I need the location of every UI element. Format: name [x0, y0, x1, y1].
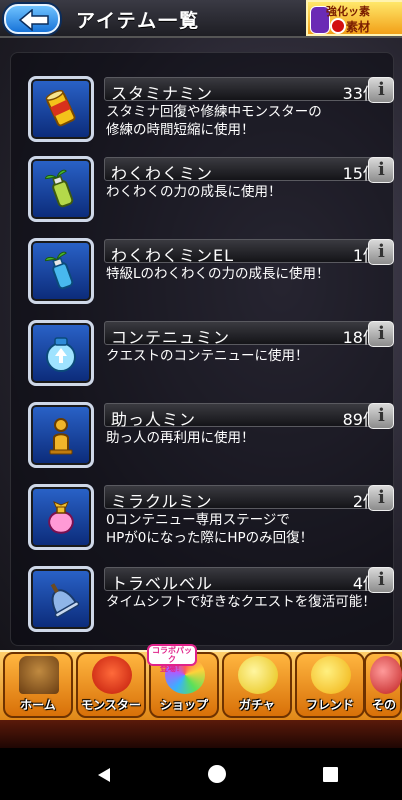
item-icon-frame [28, 320, 94, 386]
item-name-bar: 助っ人ミン 89個 [104, 403, 388, 429]
collab-pack-badge: コラボパック 登場！ [147, 644, 197, 673]
item-description: わくわくの力の成長に使用！ [106, 184, 282, 200]
tab-label: モンスター [81, 698, 141, 712]
item-icon-frame [28, 76, 94, 142]
footer-stripe [0, 720, 402, 748]
item-description: 0コンテニュー専用ステージで HPが0になった際にHPのみ回復！ [106, 512, 314, 546]
item-icon-frame [28, 156, 94, 222]
list-item[interactable]: わくわくミンEL 1個 i 特級Lのわくわくの力の成長に使用！ [28, 238, 400, 306]
list-item[interactable]: スタミナミン 33個 i スタミナ回復や修練中モンスターの 修練の時間短縮に使用… [28, 76, 400, 144]
back-arrow-icon [18, 9, 49, 31]
item-name-bar: スタミナミン 33個 [104, 77, 388, 103]
item-name-bar: わくわくミン 15個 [104, 157, 388, 183]
info-icon: i [378, 159, 385, 180]
item-name-bar: トラベルベル 4個 [104, 567, 388, 593]
info-icon: i [378, 241, 385, 262]
info-icon: i [378, 487, 385, 508]
gacha-egg-icon [238, 656, 278, 694]
page-title: アイテム一覧 [76, 10, 201, 32]
tab-other[interactable]: その [364, 652, 402, 718]
tab-label: その [372, 698, 397, 712]
other-icon [370, 656, 402, 694]
info-button[interactable]: i [368, 77, 394, 103]
banner-line1: 強化ッ素 [326, 5, 370, 18]
tab-monster[interactable]: モンスター [76, 652, 146, 718]
info-button[interactable]: i [368, 239, 394, 265]
item-name: 助っ人ミン [111, 410, 197, 429]
tab-label: ショップ [159, 698, 208, 712]
item-name-bar: ミラクルミン 2個 [104, 485, 388, 511]
item-name: わくわくミン [111, 164, 214, 183]
item-name: トラベルベル [111, 574, 214, 593]
info-icon: i [378, 323, 385, 344]
travel-bell-icon [50, 583, 80, 618]
item-name: スタミナミン [111, 84, 214, 103]
info-button[interactable]: i [368, 321, 394, 347]
list-item[interactable]: 助っ人ミン 89個 i 助っ人の再利用に使用！ [28, 402, 400, 470]
item-description: 助っ人の再利用に使用！ [106, 430, 255, 446]
back-button[interactable] [4, 4, 60, 34]
header-bar: アイテム一覧 強化ッ素 素材 [0, 0, 402, 38]
monster-icon [92, 656, 132, 694]
bottom-nav: ホーム モンスター ショップ ガチャ フレンド その [0, 650, 402, 720]
list-item[interactable]: トラベルベル 4個 i タイムシフトで好きなクエストを復活可能！ [28, 566, 400, 634]
info-button[interactable]: i [368, 485, 394, 511]
item-name: わくわくミンEL [111, 246, 235, 265]
item-description: クエストのコンテニューに使用！ [106, 348, 309, 364]
sprout-bottle-icon [45, 169, 74, 208]
list-item[interactable]: コンテニュミン 18個 i クエストのコンテニューに使用！ [28, 320, 400, 388]
helper-figure-icon [49, 418, 73, 455]
item-icon-frame [28, 566, 94, 632]
item-name-bar: コンテニュミン 18個 [104, 321, 388, 347]
sprout-bottle-el-icon [45, 251, 74, 290]
item-name: コンテニュミン [111, 328, 231, 347]
item-description: 特級Lのわくわくの力の成長に使用！ [106, 266, 330, 282]
info-button[interactable]: i [368, 157, 394, 183]
item-icon-frame [28, 238, 94, 304]
item-description: タイムシフトで好きなクエストを復活可能！ [106, 594, 376, 610]
item-name: ミラクルミン [111, 492, 213, 511]
item-icon-frame [28, 402, 94, 468]
system-back-icon[interactable] [96, 767, 112, 783]
tab-label: ホーム [20, 698, 56, 712]
info-icon: i [378, 569, 385, 590]
system-nav-bar [0, 748, 402, 800]
friend-balloon-icon [311, 656, 351, 694]
info-button[interactable]: i [368, 403, 394, 429]
tab-label: ガチャ [239, 698, 275, 712]
tab-home[interactable]: ホーム [3, 652, 73, 718]
item-icon-frame [28, 484, 94, 550]
system-home-icon[interactable] [208, 765, 226, 783]
tab-label: フレンド [305, 698, 354, 712]
info-icon: i [378, 405, 385, 426]
info-button[interactable]: i [368, 567, 394, 593]
home-icon [19, 656, 59, 694]
stamina-can-icon [45, 89, 76, 127]
miracle-potion-icon [48, 501, 74, 534]
info-icon: i [378, 79, 385, 100]
event-banner[interactable]: 強化ッ素 素材 [306, 0, 402, 36]
item-description: スタミナ回復や修練中モンスターの 修練の時間短縮に使用！ [106, 104, 322, 138]
tab-gacha[interactable]: ガチャ [222, 652, 292, 718]
list-item[interactable]: ミラクルミン 2個 i 0コンテニュー専用ステージで HPが0になった際にHPの… [28, 484, 400, 552]
no-mark-icon [330, 18, 346, 34]
system-recents-icon[interactable] [323, 767, 338, 782]
tab-friend[interactable]: フレンド [295, 652, 365, 718]
item-name-bar: わくわくミンEL 1個 [104, 239, 388, 265]
continue-jar-icon [46, 337, 76, 372]
banner-line2: 素材 [346, 20, 371, 34]
list-item[interactable]: わくわくミン 15個 i わくわくの力の成長に使用！ [28, 156, 400, 224]
